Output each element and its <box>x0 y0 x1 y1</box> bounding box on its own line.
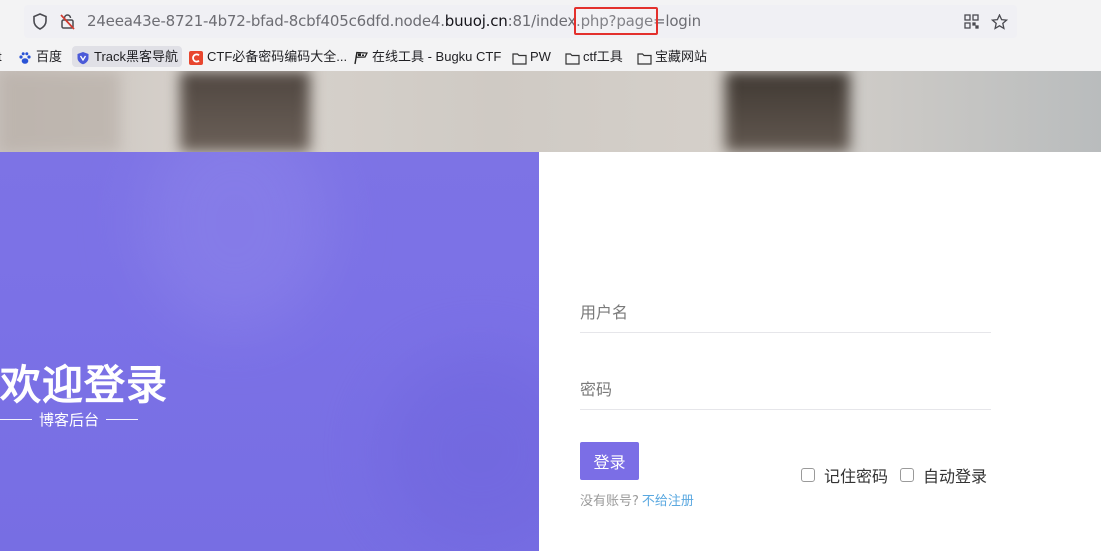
shield-icon[interactable] <box>32 13 48 35</box>
bookmark-label: Track黑客导航 <box>94 49 179 64</box>
username-input[interactable] <box>580 293 991 331</box>
subtitle: 博客后台 <box>0 409 139 429</box>
hero-blur-shape <box>180 71 310 152</box>
welcome-panel: 欢迎登录 博客后台 <box>0 152 539 551</box>
welcome-heading: 欢迎登录 <box>0 361 168 409</box>
bookmark-label: 百度 <box>36 49 63 64</box>
folder-icon <box>565 50 580 65</box>
login-options: 记住密码 自动登录 <box>801 463 987 487</box>
bookmark-label: PW <box>530 49 551 64</box>
no-account-text: 没有账号? <box>580 494 639 509</box>
flag-icon <box>354 50 368 64</box>
auto-login-label: 自动登录 <box>923 467 988 486</box>
bookmark-cutoff-text[interactable]: t <box>0 46 2 67</box>
hero-blur-shape <box>725 71 850 152</box>
page-viewport: 欢迎登录 博客后台 登录 记住密码 自动登录 没有账号?不给注册 <box>0 71 1101 551</box>
hero-background-image <box>0 71 1101 152</box>
panel-glow <box>140 152 330 332</box>
login-form: 登录 记住密码 自动登录 没有账号?不给注册 <box>539 152 1101 551</box>
bookmark-label: ctf工具 <box>583 49 623 64</box>
password-input[interactable] <box>580 370 991 408</box>
insecure-lock-icon[interactable] <box>59 13 76 35</box>
bookmark-folder-treasure[interactable]: 宝藏网站 <box>637 46 707 67</box>
bookmark-folder-pw[interactable]: PW <box>512 46 551 67</box>
bookmark-ctf-codes[interactable]: CTF必备密码编码大全... <box>189 46 347 67</box>
bookmark-label: 在线工具 - Bugku CTF <box>372 49 502 64</box>
bookmark-label: CTF必备密码编码大全... <box>207 49 348 64</box>
url-domain: buuoj.cn <box>444 12 508 30</box>
register-link[interactable]: 不给注册 <box>642 494 694 509</box>
bookmark-baidu[interactable]: 百度 <box>18 46 62 67</box>
subtitle-text: 博客后台 <box>39 410 100 429</box>
remember-password-checkbox[interactable] <box>801 468 815 482</box>
hero-blur-shape <box>0 71 120 152</box>
folder-icon <box>512 50 527 65</box>
bookmark-folder-ctf-tools[interactable]: ctf工具 <box>565 46 623 67</box>
star-bookmark-icon[interactable] <box>990 13 1009 35</box>
shield-icon <box>76 50 90 64</box>
url-host: 24eea43e-8721-4b72-bfad-8cbf405c6dfd.nod… <box>87 12 445 30</box>
remember-password-option[interactable]: 记住密码 <box>801 463 888 487</box>
bookmark-track[interactable]: Track黑客导航 <box>72 46 183 67</box>
qr-code-icon[interactable] <box>964 14 979 34</box>
remember-password-label: 记住密码 <box>824 467 889 486</box>
login-button[interactable]: 登录 <box>580 442 639 480</box>
auto-login-checkbox[interactable] <box>900 468 915 482</box>
bookmark-bugku[interactable]: 在线工具 - Bugku CTF <box>354 46 501 67</box>
panel-glow <box>380 352 539 551</box>
register-prompt: 没有账号? 不给注册 <box>580 490 694 509</box>
folder-icon <box>637 50 652 65</box>
bookmark-label: 宝藏网站 <box>655 49 708 64</box>
address-bar[interactable]: 24eea43e-8721-4b72-bfad-8cbf405c6dfd.nod… <box>24 5 1017 38</box>
divider-line <box>106 418 139 420</box>
query-highlight-box <box>574 7 658 35</box>
auto-login-option[interactable]: 自动登录 <box>900 463 987 487</box>
divider-line <box>0 418 32 420</box>
password-field[interactable] <box>580 370 991 410</box>
username-field[interactable] <box>580 293 991 333</box>
paw-icon <box>18 50 32 64</box>
bookmarks-bar: t 百度 Track黑客导航 CTF必备密码编码大全... 在线工具 - Bug… <box>0 43 1101 70</box>
c-logo-icon <box>189 50 203 65</box>
